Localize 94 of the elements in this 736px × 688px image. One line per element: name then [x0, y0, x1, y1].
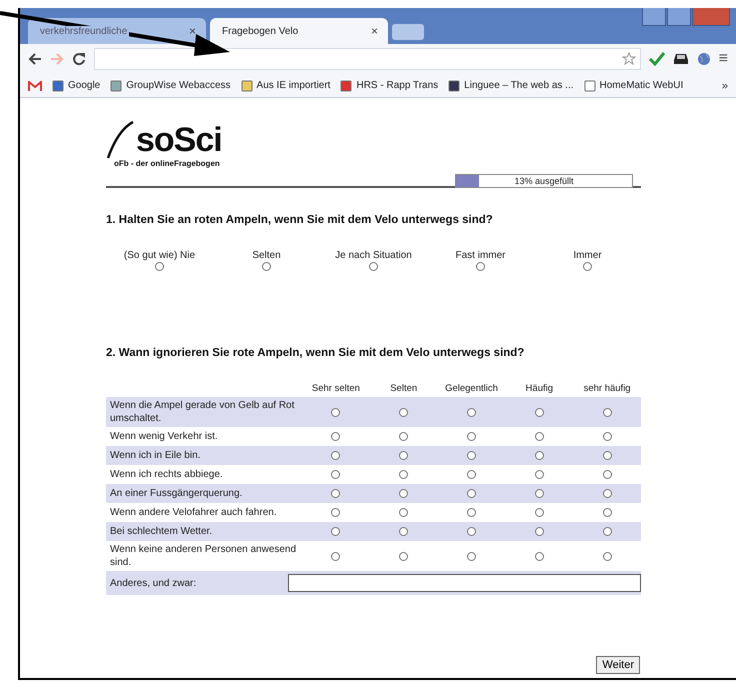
option-label: Fast immer	[456, 250, 506, 261]
radio-button[interactable]	[466, 489, 476, 498]
logo-wordmark: soSci	[136, 124, 222, 156]
radio-button[interactable]	[399, 552, 408, 560]
menu-icon[interactable]: ≡	[718, 51, 728, 67]
radio-button[interactable]	[602, 408, 612, 416]
statement-label: An einer Fussgängerquerung.	[106, 484, 302, 503]
radio-button[interactable]	[331, 489, 340, 498]
option-label: Immer	[573, 250, 602, 261]
radio-button[interactable]	[262, 262, 271, 271]
radio-button[interactable]	[534, 489, 544, 498]
radio-button[interactable]	[331, 432, 340, 441]
mail-icon[interactable]	[28, 80, 42, 90]
close-icon[interactable]: ×	[370, 24, 378, 38]
next-button[interactable]: Weiter	[596, 656, 640, 674]
radio-button[interactable]	[602, 470, 612, 479]
radio-button[interactable]	[399, 489, 408, 498]
radio-button[interactable]	[534, 527, 544, 536]
column-header: Gelegentlich	[444, 382, 499, 396]
radio-button[interactable]	[331, 552, 340, 560]
bookmark-link[interactable]: GroupWise Webaccess	[110, 80, 231, 92]
radio-button[interactable]	[399, 432, 408, 441]
bookmark-link[interactable]: HomeMatic WebUI	[584, 80, 684, 92]
radio-button[interactable]	[602, 508, 612, 517]
other-input-field[interactable]	[288, 574, 641, 592]
radio-button[interactable]	[399, 527, 408, 536]
radio-button[interactable]	[466, 552, 476, 560]
radio-button[interactable]	[466, 508, 476, 517]
bookmark-link[interactable]: Aus IE importiert	[240, 80, 330, 92]
car-icon[interactable]	[672, 52, 689, 66]
logo-tagline: oFb - der onlineFragebogen	[114, 159, 220, 169]
radio-button[interactable]	[602, 489, 612, 498]
radio-button[interactable]	[534, 508, 544, 517]
column-header: Sehr selten	[310, 382, 361, 396]
column-header: Selten	[389, 382, 418, 396]
browser-tab[interactable]: Fragebogen Velo ×	[210, 18, 388, 44]
radio-button[interactable]	[466, 408, 476, 416]
radio-button[interactable]	[331, 408, 340, 416]
radio-button[interactable]	[331, 527, 340, 536]
bookmark-link[interactable]: Linguee – The web as ...	[448, 80, 574, 92]
globe-icon[interactable]	[696, 52, 711, 66]
statement-label: Bei schlechtem Wetter.	[106, 522, 302, 541]
radio-button[interactable]	[602, 527, 612, 536]
reload-icon[interactable]	[72, 52, 86, 66]
column-header: Häufig	[524, 382, 554, 396]
radio-button[interactable]	[331, 451, 340, 460]
column-header: sehr häufig	[582, 382, 632, 396]
back-icon[interactable]	[28, 53, 42, 65]
radio-button[interactable]	[399, 508, 408, 517]
close-icon[interactable]: ×	[188, 24, 196, 38]
bookmark-link[interactable]: Google	[52, 80, 100, 92]
radio-button[interactable]	[331, 470, 340, 479]
question-title: 1. Halten Sie an roten Ampeln, wenn Sie mit dem Velo unterwegs sind?	[106, 214, 494, 226]
radio-button[interactable]	[602, 451, 612, 460]
progress-label: 13% ausgefüllt	[514, 176, 574, 186]
radio-button[interactable]	[583, 262, 592, 271]
question-title: 2. Wann ignorieren Sie rote Ampeln, wenn Sie mit dem Velo unterwegs sind?	[106, 347, 526, 359]
option-label: Selten	[252, 250, 281, 261]
minimize-button[interactable]	[642, 8, 666, 26]
page-icon	[584, 80, 596, 92]
radio-button[interactable]	[534, 451, 544, 460]
option-label: (So gut wie) Nie	[124, 250, 196, 261]
other-label: Anderes, und zwar:	[109, 578, 198, 588]
radio-button[interactable]	[466, 451, 476, 460]
radio-button[interactable]	[476, 262, 485, 271]
statement-label: Wenn ich in Eile bin.	[106, 446, 302, 465]
page-icon	[110, 80, 122, 92]
radio-button[interactable]	[155, 262, 164, 271]
arc-icon	[106, 118, 134, 160]
radio-button[interactable]	[602, 432, 612, 441]
radio-button[interactable]	[534, 470, 544, 479]
radio-button[interactable]	[602, 552, 612, 560]
more-bookmarks-icon[interactable]: »	[722, 80, 728, 92]
option-label: Je nach Situation	[335, 250, 412, 261]
radio-button[interactable]	[399, 470, 408, 479]
radio-button[interactable]	[399, 408, 408, 416]
radio-button[interactable]	[369, 262, 378, 271]
page-icon	[448, 80, 460, 92]
radio-button[interactable]	[534, 552, 544, 560]
radio-button[interactable]	[466, 527, 476, 536]
radio-button[interactable]	[466, 432, 476, 441]
page-icon	[340, 80, 352, 92]
radio-button[interactable]	[466, 470, 476, 479]
page-icon	[240, 80, 253, 92]
star-icon[interactable]	[622, 52, 636, 66]
checkmark-icon[interactable]	[648, 52, 665, 66]
radio-button[interactable]	[534, 432, 544, 441]
radio-button[interactable]	[399, 451, 408, 460]
radio-button[interactable]	[331, 508, 340, 517]
bookmark-link[interactable]: HRS - Rapp Trans	[340, 80, 438, 92]
statement-label: Wenn die Ampel gerade von Gelb auf Rot umschaltet.	[106, 397, 302, 427]
maximize-button[interactable]	[667, 8, 691, 26]
radio-button[interactable]	[534, 408, 544, 416]
page-icon	[52, 80, 64, 92]
